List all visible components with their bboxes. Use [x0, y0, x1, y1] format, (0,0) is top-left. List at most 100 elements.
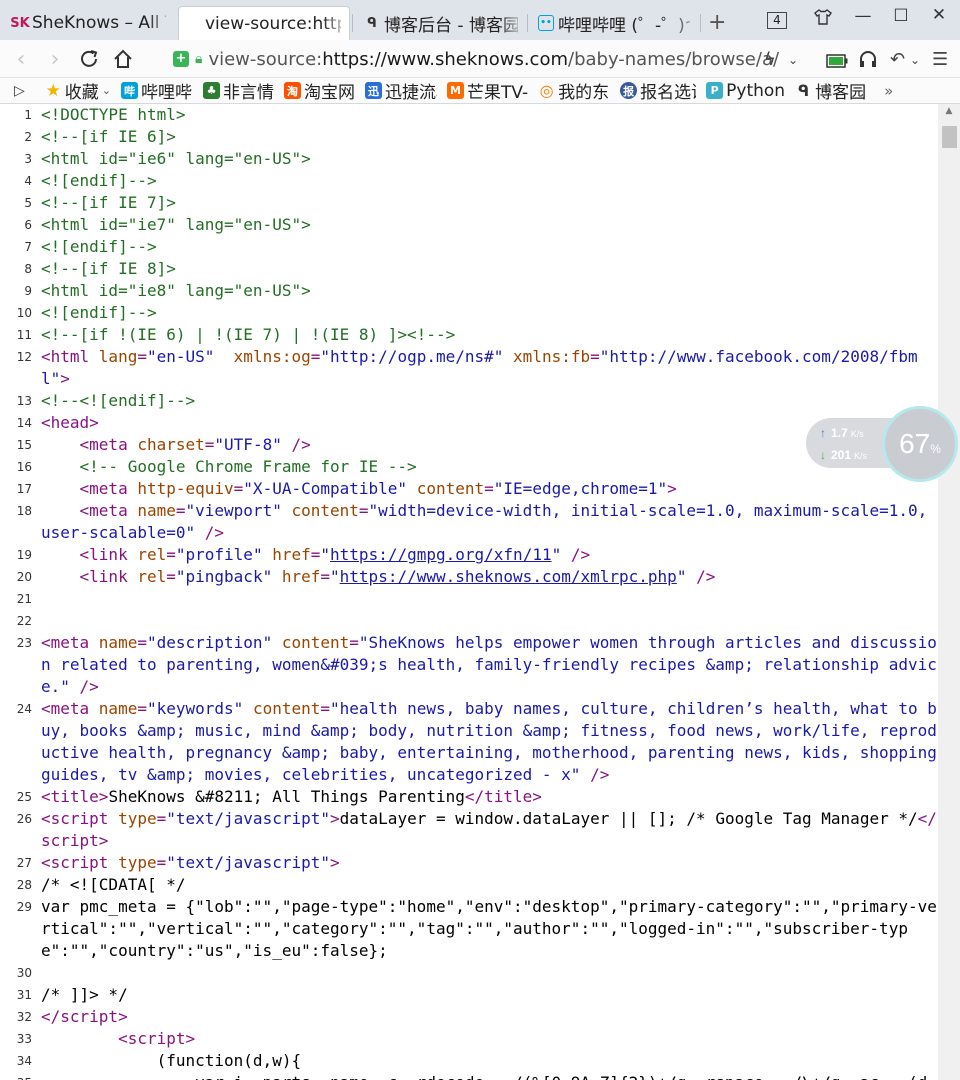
line-code: <html lang="en-US" xmlns:og="http://ogp.… [41, 347, 918, 388]
line-number: 10 [16, 306, 32, 320]
source-line: 3 <html id="ie6" lang="en-US"> [0, 148, 938, 170]
line-code: /* ]]> */ [41, 985, 128, 1004]
source-line: 6 <html id="ie7" lang="en-US"> [0, 214, 938, 236]
sheknows-icon: SK [10, 15, 30, 31]
source-line: 31 /* ]]> */ [0, 984, 938, 1006]
sidebar-toggle-icon[interactable]: ▷ [14, 83, 25, 99]
bookmark-xunjie[interactable]: 迅 迅捷流程图 [365, 78, 437, 103]
bookmark-course-registration[interactable]: 报 报名选课 [620, 78, 696, 103]
tab-count-badge[interactable]: 4 [767, 12, 787, 29]
swirl-icon: ◎ [539, 81, 554, 100]
undo-icon[interactable]: ↶ [890, 49, 905, 70]
line-code: <script type="text/javascript">dataLayer… [41, 809, 937, 850]
shirt-skin-icon[interactable] [810, 8, 836, 31]
star-icon: ★ [45, 80, 61, 101]
line-number: 28 [16, 878, 32, 892]
line-code: <!--<![endif]--> [41, 391, 196, 410]
chevron-down-icon[interactable]: ⌄ [910, 53, 920, 67]
line-code: <![endif]--> [41, 171, 157, 190]
tree-icon: ♣ [203, 82, 220, 99]
source-line: 16 <!-- Google Chrome Frame for IE --> [0, 456, 938, 478]
line-number: 12 [16, 350, 32, 364]
bookmark-feiyanqing[interactable]: ♣ 非言情 [203, 78, 274, 103]
line-number: 24 [16, 702, 32, 716]
bookmark-my-stuff[interactable]: ◎ 我的东西 [538, 78, 610, 103]
lightning-icon[interactable]: ϟ [764, 49, 776, 70]
line-code: <meta name="keywords" content="health ne… [41, 699, 937, 784]
close-window-button[interactable]: ✕ [926, 5, 952, 25]
line-code: <link rel="pingback" href="https://www.s… [79, 567, 716, 586]
source-line: 13 <!--<![endif]--> [0, 390, 938, 412]
line-code: <script type="text/javascript"> [41, 853, 340, 872]
source-line: 20 <link rel="pingback" href="https://ww… [0, 566, 938, 588]
forward-button[interactable]: › [42, 46, 68, 72]
cnblogs-icon: ᑫ [367, 15, 377, 31]
source-line: 21 [0, 588, 938, 610]
line-code: <![endif]--> [41, 237, 157, 256]
new-tab-button[interactable]: + [708, 10, 726, 35]
bookmark-mangotv[interactable]: M 芒果TV- [447, 78, 528, 103]
source-line: 22 [0, 610, 938, 632]
line-number: 9 [24, 284, 32, 298]
home-button[interactable] [110, 46, 136, 72]
line-number: 8 [24, 262, 32, 276]
flowchart-icon: 迅 [365, 82, 382, 99]
line-code: <!-- Google Chrome Frame for IE --> [79, 457, 417, 476]
scroll-up-arrow[interactable]: ▲ [938, 106, 960, 120]
address-bar[interactable]: + 🔒︎ view-source: https://www.sheknows.co… [163, 44, 809, 74]
back-button[interactable]: ‹ [8, 46, 34, 72]
reload-button[interactable] [76, 46, 102, 72]
tab-view-source[interactable]: view-source:https://www.sheknows.com/bab… [178, 6, 350, 40]
bookmark-favorites[interactable]: ★ 收藏 ⌄ [45, 78, 111, 104]
line-number: 2 [24, 130, 32, 144]
tab-bilibili[interactable]: •• 哔哩哔哩 (゜-゜)つロ 干杯 [530, 6, 698, 40]
line-number: 21 [16, 592, 32, 606]
download-speed: ↓ 201 K/s [820, 448, 868, 462]
line-number: 14 [16, 416, 32, 430]
source-line: 10 <![endif]--> [0, 302, 938, 324]
line-number: 1 [24, 108, 32, 122]
scroll-thumb[interactable] [942, 126, 957, 148]
battery-icon[interactable] [826, 52, 848, 73]
line-number: 13 [16, 394, 32, 408]
line-code: <meta http-equiv="X-UA-Compatible" conte… [79, 479, 677, 498]
more-bookmarks-icon[interactable]: » [884, 82, 893, 100]
line-number: 30 [16, 966, 32, 980]
bookmark-taobao[interactable]: 淘 淘宝网 [284, 78, 355, 103]
taobao-icon: 淘 [284, 82, 301, 99]
minimize-button[interactable]: — [850, 6, 876, 26]
tab-title: 哔哩哔哩 (゜-゜)つロ 干杯 [558, 15, 690, 36]
bookmark-cnblogs[interactable]: ᑫ 博客园 [795, 78, 866, 104]
tab-title: 博客后台 - 博客园 [384, 15, 518, 36]
source-code-view[interactable]: 1 <!DOCTYPE html> 2 <!--[if IE 6]> 3 <html id… [0, 104, 938, 1080]
bookmark-bilibili[interactable]: 哔 哔哩哔哩 [121, 78, 193, 103]
line-number: 22 [16, 614, 32, 628]
bookmark-python[interactable]: P Python [706, 81, 785, 101]
url-path: /baby-names/browse/a/ [568, 48, 780, 70]
chevron-down-icon[interactable]: ⌄ [788, 53, 798, 67]
line-code: <!--[if IE 7]> [41, 193, 176, 212]
line-code: <!--[if IE 8]> [41, 259, 176, 278]
menu-icon[interactable]: ☰ [932, 49, 948, 70]
line-number: 26 [16, 812, 32, 826]
security-shield-icon: + [173, 51, 189, 67]
line-number: 18 [16, 504, 32, 518]
vertical-scrollbar[interactable]: ▲ [938, 104, 960, 1080]
line-number: 16 [16, 460, 32, 474]
source-line: 1 <!DOCTYPE html> [0, 104, 938, 126]
line-number: 19 [16, 548, 32, 562]
line-number: 17 [16, 482, 32, 496]
chevron-down-icon: ⌄ [101, 84, 111, 97]
source-line: 7 <![endif]--> [0, 236, 938, 258]
tab-sheknows[interactable]: SK SheKnows – All Things Parenting [4, 6, 174, 40]
lock-icon: 🔒︎ [195, 51, 203, 67]
headphones-icon[interactable] [858, 49, 878, 74]
maximize-button[interactable]: ☐ [888, 6, 914, 26]
tab-cnblogs[interactable]: ᑫ 博客后台 - 博客园 [356, 6, 526, 40]
line-number: 33 [16, 1032, 32, 1046]
line-number: 6 [24, 218, 32, 232]
line-code: <script> [118, 1029, 196, 1048]
network-speed-widget[interactable]: ↑ 1.7 K/s ↓ 201 K/s 67% [806, 406, 958, 482]
